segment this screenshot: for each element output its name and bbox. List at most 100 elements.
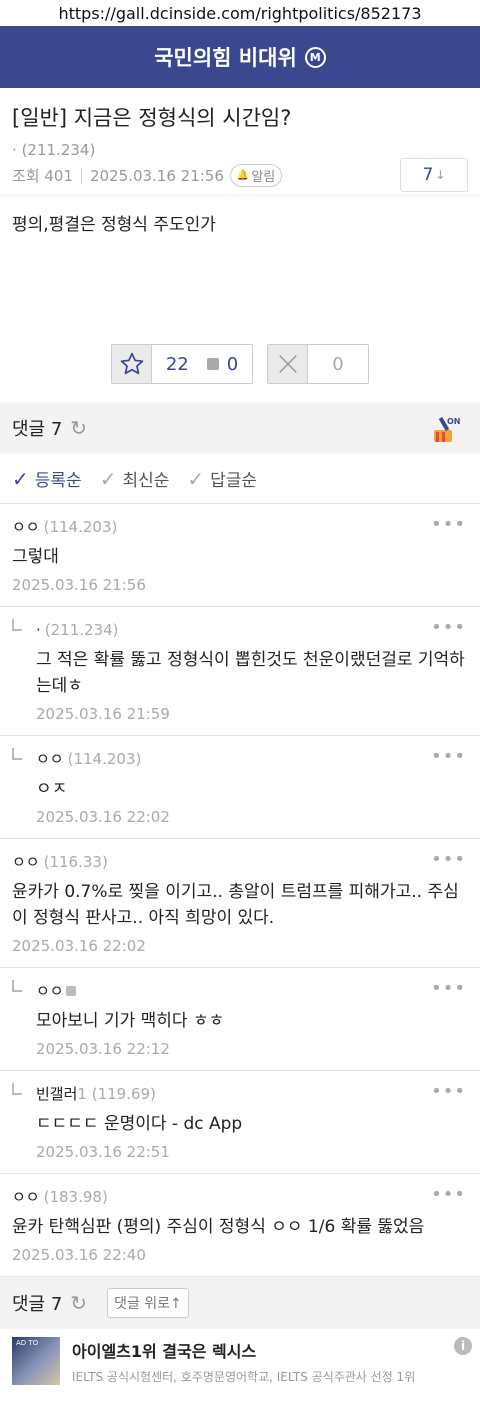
comment-author[interactable]: ㅇㅇ (36, 980, 468, 1002)
comment-author-ip: (183.98) (43, 1188, 108, 1206)
upvote-box[interactable]: 22 0 (111, 344, 253, 384)
more-options-icon[interactable]: ••• (431, 746, 466, 767)
post-author[interactable]: · (211.234) (0, 132, 480, 159)
downvote-count: 0 (332, 353, 344, 375)
gallery-title: 국민의힘 비대위 (154, 46, 297, 70)
upvote-count: 22 (165, 353, 189, 375)
comment-jump-count: 7 (422, 165, 434, 185)
ad-title: 아이엘츠1위 결국은 렉시스 (72, 1341, 257, 1361)
more-options-icon[interactable]: ••• (431, 514, 466, 535)
comment-jump-button[interactable]: 7 ↓ (400, 158, 468, 192)
arrow-down-icon: ↓ (435, 168, 446, 182)
alarm-button[interactable]: 🔔 알림 (229, 164, 283, 187)
sort-registered[interactable]: ✓ 등록순 (12, 466, 82, 492)
sort-label: 답글순 (210, 471, 258, 491)
ad-thumb-text: AD TO (16, 1339, 39, 1347)
comment-date: 2025.03.16 22:02 (36, 808, 170, 826)
fixed-user-icon (206, 358, 219, 370)
comment-date: 2025.03.16 21:59 (36, 705, 170, 723)
comment-date: 2025.03.16 21:56 (12, 576, 146, 594)
ad-subtitle: IELTS 공식시험센터, 호주명문영어학교, IELTS 공식주관사 선정 1… (72, 1369, 416, 1384)
divider (81, 168, 82, 183)
alarm-label: 알림 (251, 170, 276, 185)
comment-author-name: ㅇㅇ (36, 750, 64, 768)
comment-date: 2025.03.16 22:12 (36, 1040, 170, 1058)
vote-area: 22 0 0 (0, 344, 480, 402)
comment-item: ㅇㅇ (114.203) 그렇대 2025.03.16 21:56 ••• (0, 504, 480, 607)
comment-text: ㄷㄷㄷㄷ 운명이다 - dc App (36, 1114, 243, 1134)
comment-author-ip: 1 (119.69) (77, 1085, 156, 1103)
comment-author-ip: (116.33) (43, 853, 108, 871)
go-to-comments-top-button[interactable]: 댓글 위로↑ (107, 1288, 189, 1318)
comment-item: ㅇㅇ (183.98) 윤카 탄핵심판 (평의) 주심이 정형식 ㅇㅇ 1/6 확… (0, 1174, 480, 1277)
fixed-upvote-count: 0 (226, 353, 239, 375)
check-icon: ✓ (187, 466, 205, 491)
more-options-icon[interactable]: ••• (431, 1081, 466, 1102)
comment-text: 윤카가 0.7%로 찢을 이기고.. 총알이 트럼프를 피해가고.. 주심이 정… (12, 882, 459, 928)
more-options-icon[interactable]: ••• (431, 1184, 466, 1205)
comment-author-name: ㅇㅇ (12, 853, 40, 871)
reply-item: ㅇㅇ 모아보니 기가 맥히다 ㅎㅎ 2025.03.16 22:12 ••• (0, 968, 480, 1071)
comment-text: ㅇㅈ (36, 779, 68, 799)
address-bar[interactable]: https://gall.dcinside.com/rightpolitics/… (0, 0, 480, 26)
comment-author-name: · (36, 621, 41, 639)
comment-date: 2025.03.16 22:02 (12, 937, 146, 955)
star-icon[interactable] (112, 345, 152, 383)
sort-label: 등록순 (34, 471, 82, 491)
reply-arrow-icon (12, 748, 22, 760)
info-icon[interactable]: i (454, 1337, 472, 1355)
bell-icon: 🔔 (236, 170, 250, 181)
comment-text: 그 적은 확률 뚫고 정형식이 뽑힌것도 천운이랬던걸로 기억하는데ㅎ (36, 650, 465, 696)
svg-text:ON: ON (447, 417, 460, 426)
reply-arrow-icon (12, 619, 22, 631)
reply-item: · (211.234) 그 적은 확률 뚫고 정형식이 뽑힌것도 천운이랬던걸로 … (0, 607, 480, 736)
url-text: https://gall.dcinside.com/rightpolitics/… (58, 3, 422, 23)
comment-author-name: ㅇㅇ (12, 1188, 40, 1206)
comment-author-name: ㅇㅇ (12, 518, 40, 536)
reply-item: ㅇㅇ (114.203) ㅇㅈ 2025.03.16 22:02 ••• (0, 736, 480, 839)
comments-count-label: 댓글 7 (12, 1294, 63, 1315)
more-options-icon[interactable]: ••• (431, 849, 466, 870)
sort-replies[interactable]: ✓ 답글순 (187, 466, 258, 492)
comment-date: 2025.03.16 22:51 (36, 1143, 170, 1161)
post-meta: 조회 401 2025.03.16 21:56 🔔 알림 7 ↓ (0, 156, 480, 196)
refresh-icon[interactable]: ↻ (70, 1291, 87, 1315)
comment-author[interactable]: ㅇㅇ (183.98) (12, 1186, 468, 1208)
ad-thumbnail: AD TO (12, 1337, 60, 1385)
more-options-icon[interactable]: ••• (431, 978, 466, 999)
check-icon: ✓ (12, 466, 29, 491)
more-options-icon[interactable]: ••• (431, 617, 466, 638)
check-icon: ✓ (99, 466, 117, 491)
comment-text: 모아보니 기가 맥히다 ㅎㅎ (36, 1011, 225, 1031)
comment-author[interactable]: ㅇㅇ (114.203) (12, 516, 468, 538)
comment-author-ip: (211.234) (44, 621, 119, 639)
refresh-icon[interactable]: ↻ (70, 416, 87, 440)
comment-author-name: 빈갤러 (36, 1085, 78, 1103)
gallery-header[interactable]: 국민의힘 비대위 M (0, 26, 480, 88)
cleanbot-icon[interactable]: ON (430, 414, 460, 444)
comment-sort-bar: ✓ 등록순 ✓ 최신순 ✓ 답글순 (0, 454, 480, 504)
comment-author[interactable]: ㅇㅇ (114.203) (36, 748, 468, 770)
view-count: 조회 401 (12, 167, 73, 185)
sort-latest[interactable]: ✓ 최신순 (99, 466, 170, 492)
minor-gallery-badge: M (304, 46, 326, 68)
comments-footer: 댓글 7 ↻ 댓글 위로↑ (0, 1277, 480, 1329)
comment-author[interactable]: · (211.234) (36, 619, 468, 641)
comment-date: 2025.03.16 22:40 (12, 1246, 146, 1264)
comment-author-ip: (114.203) (67, 750, 142, 768)
reply-item: 빈갤러1 (119.69) ㄷㄷㄷㄷ 운명이다 - dc App 2025.03… (0, 1071, 480, 1174)
post-body: 평의,평결은 정형식 주도인가 (12, 215, 216, 235)
post-title: [일반] 지금은 정형식의 시간임? (12, 106, 292, 130)
comments-header: 댓글 7 ↻ ON (0, 402, 480, 454)
comment-author[interactable]: ㅇㅇ (116.33) (12, 851, 468, 873)
ad-banner[interactable]: AD TO 아이엘츠1위 결국은 렉시스 IELTS 공식시험센터, 호주명문영… (0, 1329, 480, 1393)
comment-author[interactable]: 빈갤러1 (119.69) (36, 1083, 468, 1105)
sort-label: 최신순 (122, 471, 170, 491)
comment-item: ㅇㅇ (116.33) 윤카가 0.7%로 찢을 이기고.. 총알이 트럼프를 피… (0, 839, 480, 968)
downvote-box[interactable]: 0 (267, 344, 369, 384)
x-icon[interactable] (268, 345, 308, 383)
comment-text: 윤카 탄핵심판 (평의) 주심이 정형식 ㅇㅇ 1/6 확률 뚫었음 (12, 1217, 425, 1237)
comment-author-name: ㅇㅇ (36, 982, 64, 1000)
reply-arrow-icon (12, 1083, 22, 1095)
reply-arrow-icon (12, 980, 22, 992)
